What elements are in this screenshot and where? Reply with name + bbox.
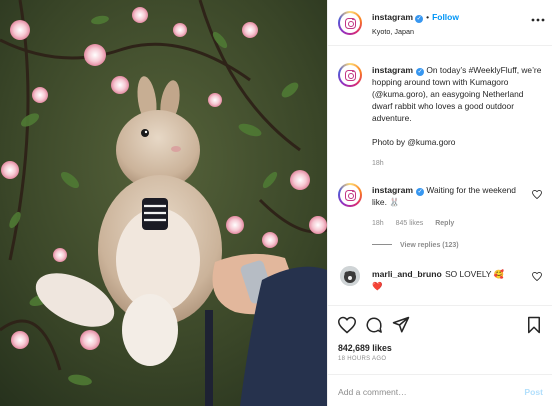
add-comment-bar: Post — [328, 374, 552, 406]
like-comment-heart-icon[interactable] — [532, 272, 542, 281]
comment: marli_and_bruno SO LOVELY 🥰 ❤️ — [372, 268, 532, 292]
post-comment-button[interactable]: Post — [524, 387, 543, 397]
comment-likes[interactable]: 845 likes — [396, 220, 424, 227]
bunny-photo — [0, 0, 327, 406]
add-comment-input[interactable] — [338, 387, 498, 397]
reply-button[interactable]: Reply — [435, 220, 454, 227]
comment-avatar[interactable] — [338, 183, 362, 207]
follow-button[interactable]: Follow — [432, 12, 459, 22]
comment-meta: 18h 845 likes Reply — [372, 220, 464, 227]
instagram-logo-icon — [344, 69, 356, 81]
post-photo[interactable] — [0, 0, 327, 406]
like-comment-heart-icon[interactable] — [532, 190, 542, 199]
instagram-logo-icon — [344, 189, 356, 201]
instagram-post: instagram ✓ • Follow Kyoto, Japan instagram… — [0, 0, 552, 406]
comment-extra: ❤️ — [372, 281, 383, 291]
comment: instagram ✓ Waiting for the weekend like.… — [372, 184, 522, 208]
header-username[interactable]: instagram — [372, 12, 413, 22]
replies-divider — [372, 244, 392, 245]
caption-credit: Photo by @kuma.goro — [372, 137, 456, 147]
instagram-logo-icon — [344, 17, 356, 29]
caption: instagram ✓ On today’s #WeeklyFluff, we’r… — [372, 64, 544, 148]
view-replies-label: View replies (123) — [400, 242, 459, 249]
verified-badge-icon: ✓ — [416, 68, 425, 76]
verified-badge-icon: ✓ — [416, 188, 425, 196]
avatar[interactable] — [338, 11, 362, 35]
caption-time: 18h — [372, 160, 384, 167]
view-replies-button[interactable]: View replies (123) — [372, 242, 459, 249]
location-link[interactable]: Kyoto, Japan — [372, 27, 414, 36]
caption-meta: 18h — [372, 160, 394, 167]
comment-username[interactable]: instagram — [372, 185, 413, 195]
header-separator: • — [426, 12, 430, 22]
comment-text: SO LOVELY 🥰 — [445, 269, 505, 279]
commenter-avatar[interactable] — [340, 266, 360, 286]
post-side-panel: instagram ✓ • Follow Kyoto, Japan instagram… — [327, 0, 552, 406]
like-heart-icon[interactable] — [338, 316, 356, 334]
comment-username[interactable]: marli_and_bruno — [372, 269, 442, 279]
dog-avatar-icon — [340, 266, 360, 286]
caption-username[interactable]: instagram — [372, 65, 413, 75]
share-paper-plane-icon[interactable] — [392, 316, 410, 334]
save-bookmark-icon[interactable] — [525, 316, 543, 334]
caption-avatar[interactable] — [338, 63, 362, 87]
comment-time: 18h — [372, 220, 384, 227]
verified-badge-icon: ✓ — [415, 15, 424, 23]
comment-bubble-icon[interactable] — [365, 316, 383, 334]
post-timestamp: 18 HOURS AGO — [338, 356, 387, 362]
likes-count[interactable]: 842,689 likes — [338, 343, 392, 353]
post-header: instagram ✓ • Follow Kyoto, Japan — [328, 0, 552, 46]
action-bar: 842,689 likes 18 HOURS AGO Post — [328, 305, 552, 405]
header-line: instagram ✓ • Follow — [372, 12, 459, 23]
more-options-icon[interactable] — [531, 18, 545, 22]
